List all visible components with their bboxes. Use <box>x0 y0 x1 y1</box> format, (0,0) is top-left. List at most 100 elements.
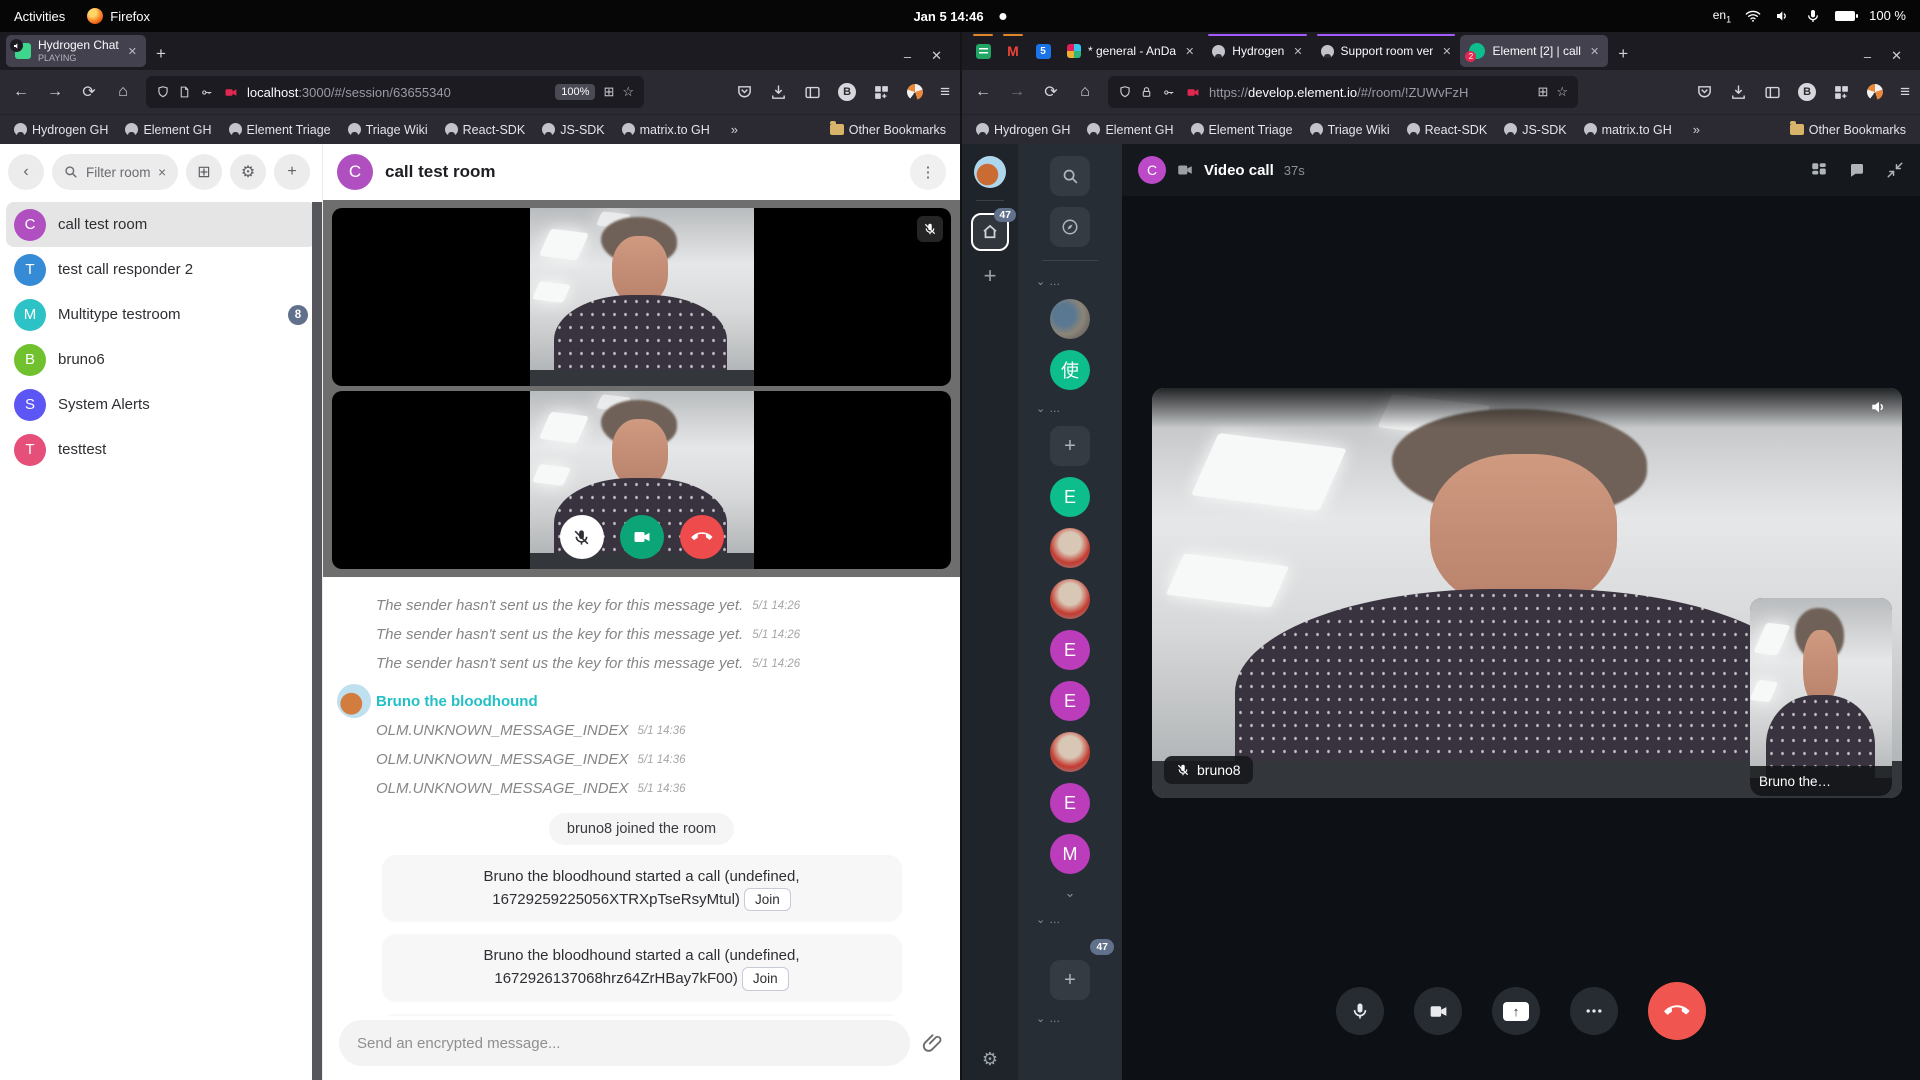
section-collapse[interactable]: ⌄… <box>1018 401 1060 415</box>
bookmark-item[interactable]: matrix.to GH <box>622 123 710 137</box>
reload-button[interactable]: ⟳ <box>78 82 100 102</box>
bookmarks-overflow-chevron[interactable]: » <box>1693 122 1700 137</box>
wifi-icon[interactable] <box>1745 8 1761 24</box>
grid-view-button[interactable]: ⊞ <box>186 154 222 190</box>
shield-icon[interactable] <box>1118 85 1132 99</box>
explore-button[interactable] <box>1050 207 1090 247</box>
room-avatar-photo[interactable] <box>1050 732 1090 772</box>
forward-button[interactable]: → <box>1006 83 1028 101</box>
sender-avatar[interactable] <box>337 684 371 718</box>
camera-in-use-icon[interactable] <box>223 86 239 99</box>
pocket-icon[interactable] <box>1696 84 1713 101</box>
bookmark-star-icon[interactable]: ☆ <box>622 84 634 100</box>
bookmark-item[interactable]: Triage Wiki <box>348 123 428 137</box>
room-item-multitype-testroom[interactable]: M Multitype testroom 8 <box>6 292 316 337</box>
url-bar[interactable]: https://develop.element.io/#/room/!ZUWvF… <box>1108 76 1578 108</box>
permissions-key-icon[interactable] <box>1161 86 1177 99</box>
section-collapse[interactable]: ⌄… <box>1018 912 1060 926</box>
room-options-kebab-icon[interactable]: ⋮ <box>910 154 946 190</box>
extensions-puzzle-icon[interactable] <box>873 84 890 101</box>
microphone-icon[interactable] <box>1805 8 1821 24</box>
zoom-level-badge[interactable]: 100% <box>555 84 595 100</box>
clock[interactable]: Jan 5 14:46 <box>913 9 983 24</box>
room-item-system-alerts[interactable]: S System Alerts <box>6 382 316 427</box>
mute-mic-button[interactable] <box>560 515 604 559</box>
add-room-button[interactable]: + <box>1050 960 1090 1000</box>
clear-filter-icon[interactable]: × <box>158 165 166 180</box>
room-avatar-photo[interactable] <box>1050 299 1090 339</box>
user-avatar[interactable] <box>974 156 1006 188</box>
reload-button[interactable]: ⟳ <box>1040 82 1062 102</box>
window-minimize-button[interactable]: – <box>904 49 911 64</box>
home-button[interactable]: ⌂ <box>112 83 134 101</box>
attachment-paperclip-icon[interactable] <box>922 1032 944 1054</box>
room-avatar-photo[interactable] <box>1050 579 1090 619</box>
chat-bubble-icon[interactable] <box>1848 161 1866 179</box>
search-button[interactable] <box>1050 156 1090 196</box>
tab-support-room[interactable]: Support room ver ✕ <box>1312 35 1461 67</box>
battery-icon[interactable] <box>1835 11 1855 21</box>
hangup-button[interactable] <box>1648 982 1706 1040</box>
room-avatar[interactable]: E <box>1050 477 1090 517</box>
room-item-test-call-responder[interactable]: T test call responder 2 <box>6 247 316 292</box>
bookmark-item[interactable]: Element Triage <box>229 123 331 137</box>
pinned-tab-calendar[interactable]: 5 <box>1028 35 1058 67</box>
message-timeline[interactable]: The sender hasn't sent us the key for th… <box>323 577 960 1016</box>
new-tab-button[interactable]: + <box>146 44 176 70</box>
sidebar-scrollbar[interactable] <box>312 202 322 1080</box>
bookmark-item[interactable]: JS-SDK <box>542 123 604 137</box>
pip-self-video[interactable]: Bruno the… <box>1750 598 1892 796</box>
other-bookmarks-folder[interactable]: Other Bookmarks <box>830 123 946 137</box>
collapse-icon[interactable] <box>1886 161 1904 179</box>
extension-icon[interactable]: ⊞ <box>1537 84 1548 100</box>
section-collapse[interactable]: ⌄… <box>1018 274 1060 288</box>
more-options-button[interactable] <box>1570 987 1618 1035</box>
room-avatar[interactable]: E <box>1050 783 1090 823</box>
back-button[interactable]: ← <box>972 83 994 101</box>
pinned-tab-gmail[interactable]: M <box>998 35 1028 67</box>
downloads-icon[interactable] <box>1730 84 1747 101</box>
url-bar[interactable]: localhost:3000/#/session/63655340 100% ⊞… <box>146 76 644 108</box>
hangup-button[interactable] <box>680 515 724 559</box>
sidebar-toggle-icon[interactable] <box>804 84 821 101</box>
firefox-appmenu[interactable]: Firefox <box>87 8 150 24</box>
sidebar-back-button[interactable]: ‹ <box>8 154 44 190</box>
pinned-tab-sheets[interactable] <box>968 35 998 67</box>
extensions-puzzle-icon[interactable] <box>1833 84 1850 101</box>
tab-close-icon[interactable]: ✕ <box>1590 45 1599 58</box>
bitwarden-icon[interactable]: B <box>1798 83 1816 101</box>
bookmark-item[interactable]: Hydrogen GH <box>976 123 1070 137</box>
join-call-button[interactable]: Join <box>744 888 791 912</box>
bookmark-item[interactable]: React-SDK <box>445 123 526 137</box>
bookmark-item[interactable]: Triage Wiki <box>1310 123 1390 137</box>
lock-icon[interactable] <box>1140 85 1153 99</box>
join-call-button[interactable]: Join <box>742 967 789 991</box>
downloads-icon[interactable] <box>770 84 787 101</box>
bookmark-item[interactable]: Element GH <box>1087 123 1173 137</box>
app-menu-icon[interactable]: ≡ <box>1900 82 1910 102</box>
speaker-volume-icon[interactable] <box>1870 398 1888 416</box>
activities-button[interactable]: Activities <box>14 9 65 24</box>
extension-animal-icon[interactable] <box>907 84 923 100</box>
keyboard-layout-indicator[interactable]: en1 <box>1713 8 1731 24</box>
bookmark-item[interactable]: JS-SDK <box>1504 123 1566 137</box>
room-avatar[interactable]: E <box>1050 681 1090 721</box>
quick-settings-gear-icon[interactable]: ⚙ <box>982 1049 998 1070</box>
settings-button[interactable]: ⚙ <box>230 154 266 190</box>
show-more-chevron[interactable]: ⌄ <box>1065 885 1076 901</box>
filter-rooms-input[interactable]: Filter rooms. × <box>52 154 178 190</box>
camera-toggle-button[interactable] <box>620 515 664 559</box>
room-avatar-photo[interactable] <box>1050 528 1090 568</box>
tab-hydrogen-github[interactable]: Hydrogen ✕ <box>1203 35 1311 67</box>
tab-close-icon[interactable]: ✕ <box>1442 45 1451 58</box>
create-room-button[interactable]: + <box>274 154 310 190</box>
bitwarden-icon[interactable]: B <box>838 83 856 101</box>
pocket-icon[interactable] <box>736 84 753 101</box>
call-video-tile-local[interactable] <box>332 391 951 569</box>
tab-close-icon[interactable]: ✕ <box>128 45 137 58</box>
sender-name[interactable]: Bruno the bloodhound <box>376 693 538 710</box>
home-space-button[interactable]: 47 <box>971 213 1009 251</box>
room-avatar[interactable]: C <box>1138 156 1166 184</box>
room-item-testtest[interactable]: T testtest <box>6 427 316 472</box>
room-avatar[interactable]: E <box>1050 630 1090 670</box>
